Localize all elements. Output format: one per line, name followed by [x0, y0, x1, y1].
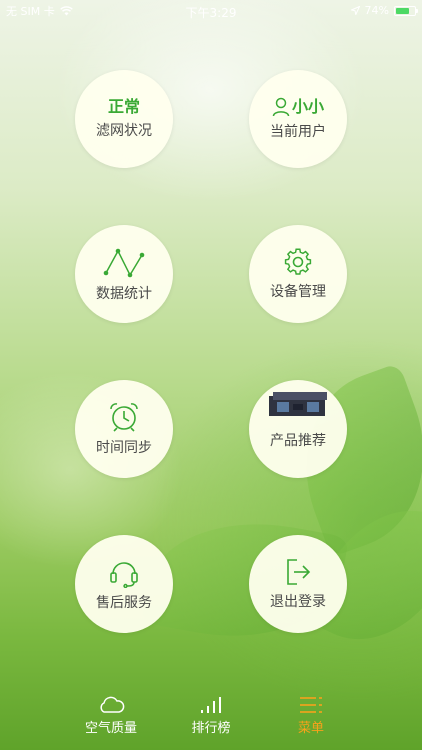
cloud-icon [100, 696, 125, 713]
after-sales-service-label: 售后服务 [96, 595, 152, 611]
tab-ranking-label: 排行榜 [191, 721, 231, 736]
battery-fill [396, 7, 410, 14]
logout-button[interactable]: 退出登录 [249, 535, 347, 633]
tab-menu-label: 菜单 [297, 721, 324, 736]
line-chart-icon [103, 248, 145, 278]
tab-air-quality[interactable]: 空气质量 [61, 688, 161, 750]
current-user-button[interactable]: 小小 当前用户 [249, 70, 347, 168]
battery-percent: 74% [364, 4, 389, 17]
gear-icon [284, 248, 312, 275]
filter-status-value: 正常 [107, 97, 140, 116]
filter-status-button[interactable]: 正常 滤网状况 [75, 70, 173, 168]
tab-menu[interactable]: 菜单 [261, 688, 361, 750]
product-recommendation-button[interactable]: 产品推荐 [249, 380, 347, 478]
time-sync-label: 时间同步 [96, 440, 152, 456]
filter-status-label: 滤网状况 [96, 123, 152, 139]
current-user-label: 当前用户 [270, 124, 326, 140]
menu-icon [300, 697, 322, 713]
logout-label: 退出登录 [270, 594, 326, 610]
time-sync-button[interactable]: 时间同步 [75, 380, 173, 478]
logout-icon [287, 559, 311, 585]
battery-icon [394, 5, 418, 16]
tab-air-quality-label: 空气质量 [84, 721, 137, 736]
signal-bars-icon [201, 697, 221, 713]
data-statistics-label: 数据统计 [96, 286, 152, 302]
device-management-button[interactable]: 设备管理 [249, 225, 347, 323]
alarm-clock-icon [110, 403, 138, 432]
device-management-label: 设备管理 [270, 284, 326, 300]
data-statistics-button[interactable]: 数据统计 [75, 225, 173, 323]
product-recommendation-label: 产品推荐 [270, 433, 326, 449]
location-arrow-icon [350, 6, 360, 15]
user-icon [272, 97, 290, 117]
product-image [269, 392, 327, 416]
tab-ranking[interactable]: 排行榜 [161, 688, 261, 750]
after-sales-service-button[interactable]: 售后服务 [75, 535, 173, 633]
headset-icon [110, 562, 138, 588]
tab-bar: 空气质量 排行榜 菜单 [0, 688, 422, 750]
current-user-name: 小小 [291, 97, 324, 116]
status-bar: 无 SIM 卡 下午3:29 74% [0, 0, 422, 22]
